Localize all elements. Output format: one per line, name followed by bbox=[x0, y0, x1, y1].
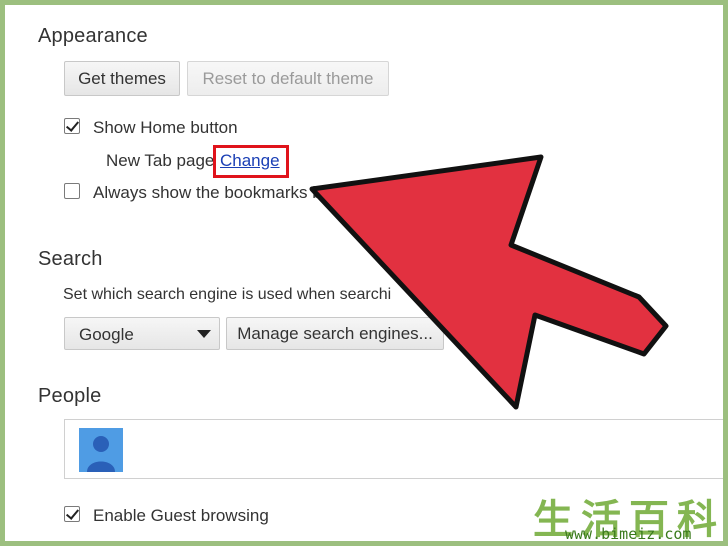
settings-panel: Appearance Get themes Reset to default t… bbox=[5, 5, 723, 541]
watermark-url: www.bimeiz.com bbox=[565, 525, 692, 541]
watermark: 生活百科 www.bimeiz.com bbox=[525, 487, 723, 541]
pointer-arrow-icon bbox=[309, 154, 669, 410]
